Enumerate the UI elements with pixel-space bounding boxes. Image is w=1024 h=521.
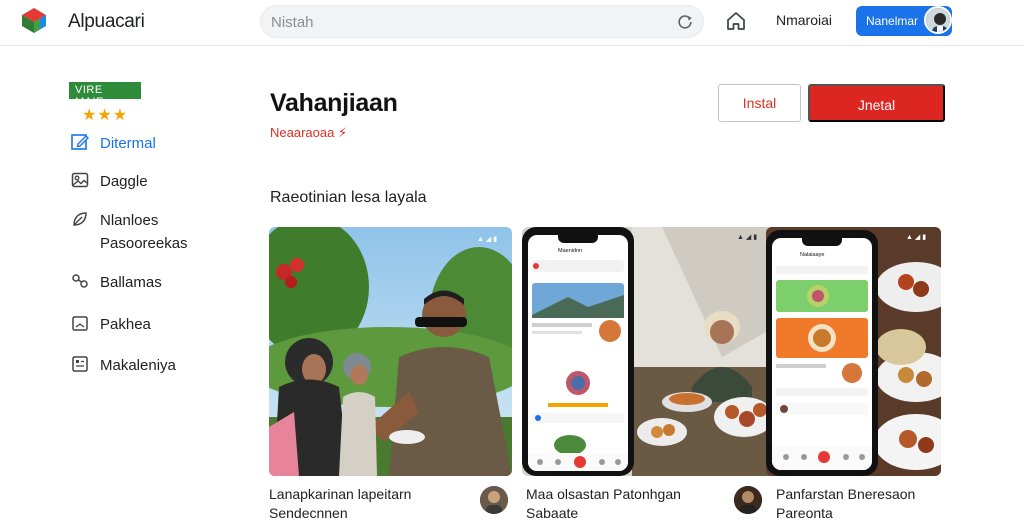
caption-subtitle: Sendecnnen xyxy=(269,505,348,521)
link-icon xyxy=(72,274,88,288)
caption-subtitle: Sabaate xyxy=(526,505,579,521)
profile-button-label: Nanelmar xyxy=(866,14,919,28)
photo-icon xyxy=(72,316,88,331)
phone-screen-1: Maenidnn xyxy=(528,235,628,471)
sidebar-item-label: Daggle xyxy=(100,173,148,190)
app-title: Vahanjiaan xyxy=(270,89,398,117)
grid-icon xyxy=(72,356,88,372)
home-icon[interactable] xyxy=(724,9,748,33)
sidebar-item-label: Pakhea xyxy=(100,316,151,333)
refresh-icon[interactable] xyxy=(676,13,694,31)
author-avatar-1[interactable] xyxy=(480,486,508,514)
edit-icon xyxy=(71,134,89,150)
profile-button[interactable]: Nanelmar xyxy=(856,6,952,36)
caption-title: Panfarstan Bneresaon xyxy=(776,486,916,502)
screenshot-2[interactable]: ▲ ◢ ▮ Maenidnn xyxy=(522,227,775,476)
phone-mockup-1: Maenidnn xyxy=(522,227,634,476)
sidebar-item-label: Ditermal xyxy=(100,135,156,152)
caption-3[interactable]: Panfarstan Bneresaon Pareonta xyxy=(776,486,915,521)
screenshot-1[interactable]: ▲ ◢ ▮ xyxy=(269,227,512,476)
brand-name[interactable]: Alpuacari xyxy=(68,11,145,33)
top-bar: Alpuacari Nmaroiai Nanelmar xyxy=(0,0,1024,46)
caption-title: Maa olsastan Patonhgan xyxy=(526,486,681,502)
phone-mockup-2: Nalaiaaye xyxy=(766,230,878,476)
family-photo: ▲ ◢ ▮ xyxy=(269,227,512,476)
caption-subtitle: Pareonta xyxy=(776,505,833,521)
caption-2[interactable]: Maa olsastan Patonhgan Sabaate xyxy=(526,486,681,521)
app-logo-icon[interactable] xyxy=(20,6,48,34)
leaf-icon xyxy=(73,212,87,226)
status-badge: VIRE MAIE xyxy=(69,82,141,108)
install-button[interactable]: Jnetal xyxy=(808,84,945,122)
user-avatar[interactable] xyxy=(924,6,952,34)
svg-text:▲ ◢ ▮: ▲ ◢ ▮ xyxy=(737,234,757,241)
svg-text:▲ ◢ ▮: ▲ ◢ ▮ xyxy=(906,234,926,241)
screenshots-section-title: Raeotinian lesa layala xyxy=(270,189,427,206)
caption-1[interactable]: Lanapkarinan lapeitarn Sendecnnen xyxy=(269,486,411,521)
caption-title: Lanapkarinan lapeitarn xyxy=(269,486,412,502)
phone-screen-2: Nalaiaaye xyxy=(772,238,872,470)
account-name[interactable]: Nmaroiai xyxy=(776,12,832,28)
install-outline-button[interactable]: Instal xyxy=(718,84,801,122)
rating-stars: ★★★ xyxy=(82,107,129,124)
search-input[interactable] xyxy=(271,11,671,33)
author-avatar-2[interactable] xyxy=(734,486,762,514)
svg-text:▲ ◢ ▮: ▲ ◢ ▮ xyxy=(477,236,497,243)
screenshot-3[interactable]: ▲ ◢ ▮ Nalaiaaye xyxy=(766,227,941,476)
search-bar[interactable] xyxy=(260,5,704,38)
sidebar-item-label: Ballamas xyxy=(100,274,162,291)
sidebar-item-label: Nlanloes xyxy=(100,212,159,229)
sidebar-item-label: Makaleniya xyxy=(100,357,176,374)
gallery-icon xyxy=(71,172,89,188)
sidebar-item-label: Pasooreekas xyxy=(100,235,188,252)
app-subtitle[interactable]: Neaaraoaa ⚡ xyxy=(270,125,347,141)
